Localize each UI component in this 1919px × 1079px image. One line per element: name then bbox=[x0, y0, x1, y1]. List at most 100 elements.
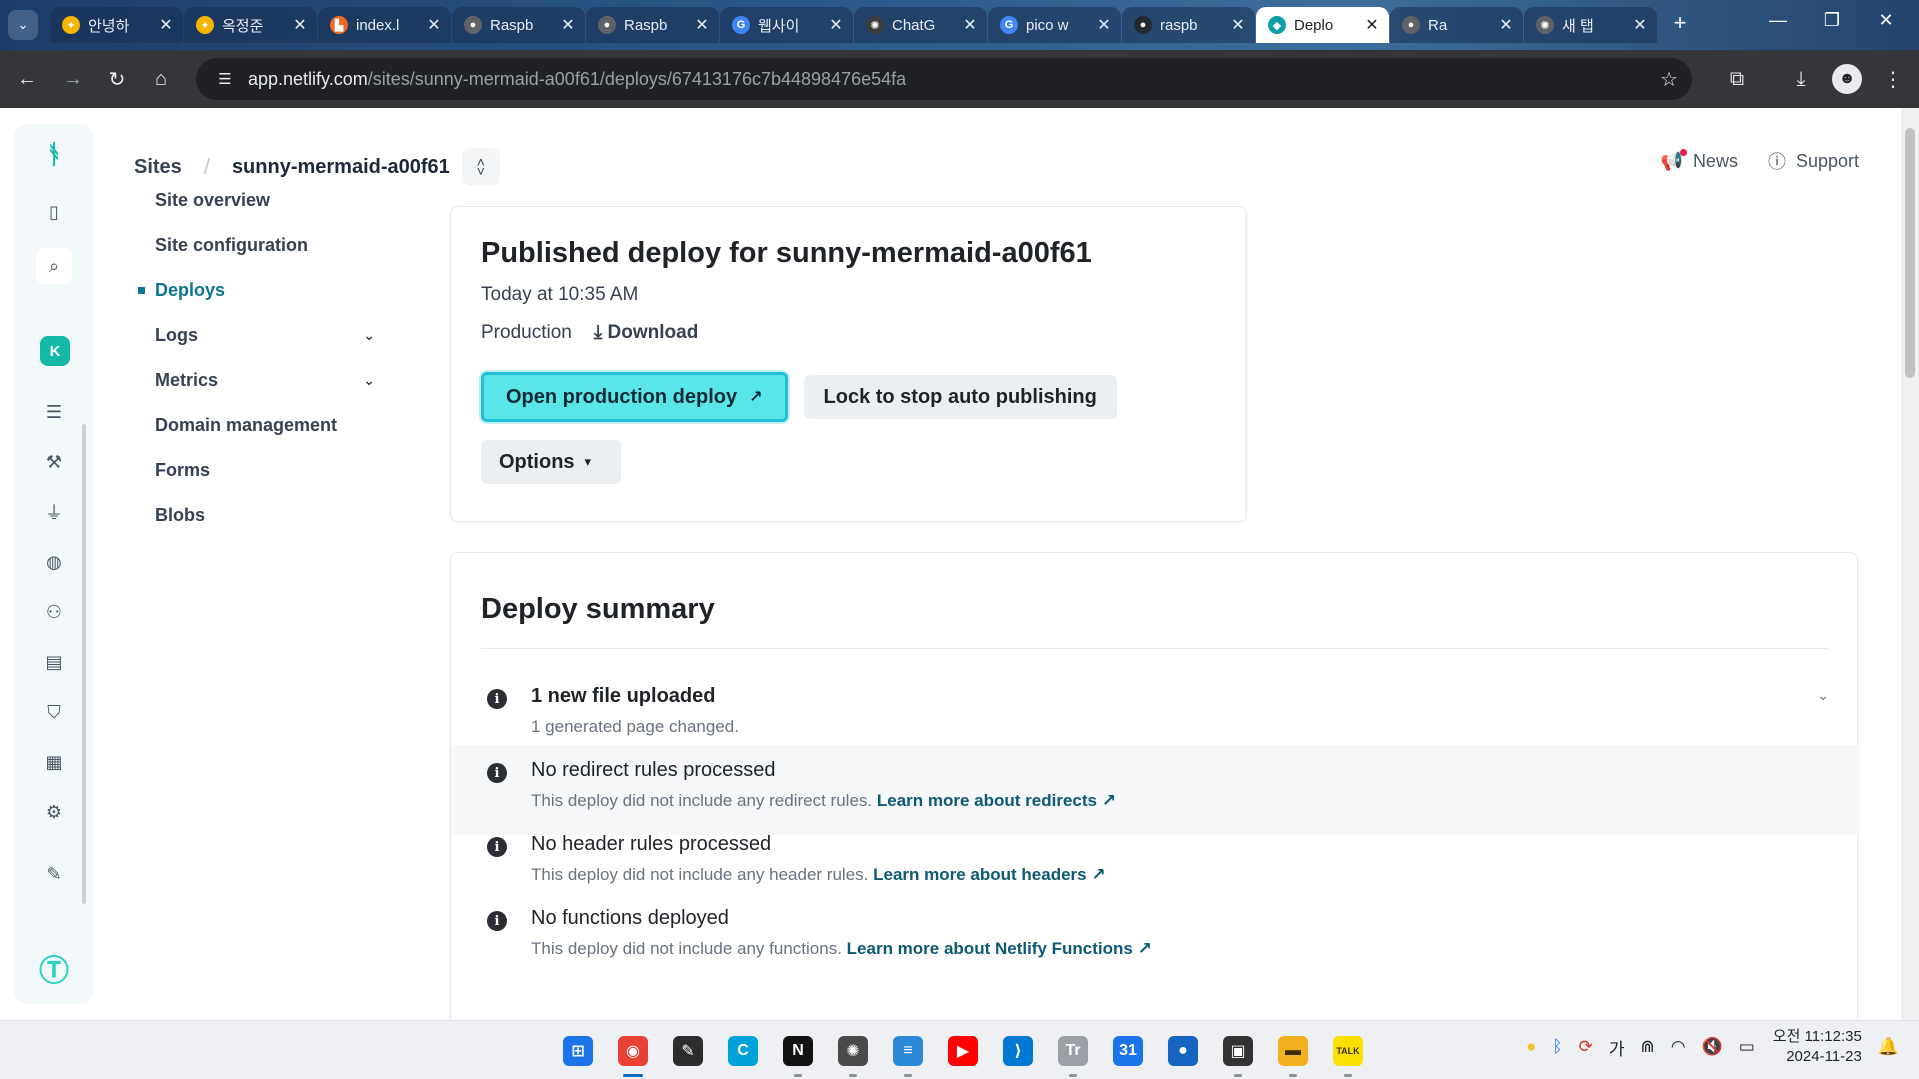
battery-icon[interactable]: ▭ bbox=[1739, 1037, 1755, 1057]
browser-tab[interactable]: ● Ra ✕ bbox=[1390, 7, 1523, 43]
volume-muted-icon[interactable]: 🔇 bbox=[1702, 1037, 1723, 1057]
support-link[interactable]: ⓘ Support bbox=[1768, 148, 1859, 174]
new-tab-button[interactable]: + bbox=[1664, 7, 1696, 39]
close-tab-icon[interactable]: ✕ bbox=[961, 15, 979, 35]
taskbar-chatgpt[interactable]: ✺ bbox=[831, 1029, 875, 1077]
browser-tab[interactable]: ✦ 안녕하 ✕ bbox=[50, 7, 183, 43]
options-dropdown-button[interactable]: Options ▾ bbox=[481, 440, 621, 484]
reload-button[interactable]: ↻ bbox=[102, 64, 132, 94]
subnav-logs[interactable]: Logs ⌄ bbox=[155, 313, 375, 358]
search-icon[interactable]: ⌕ bbox=[36, 248, 72, 284]
start-button[interactable]: ⊞ bbox=[556, 1029, 600, 1073]
home-button[interactable]: ⌂ bbox=[146, 64, 176, 94]
network-tray-icon[interactable]: ⋒ bbox=[1640, 1037, 1654, 1057]
extensions-button[interactable]: ⧉ bbox=[1722, 64, 1752, 94]
netlify-logo-icon[interactable]: ᚬ bbox=[36, 136, 72, 172]
chevron-down-icon[interactable]: ⌄ bbox=[363, 372, 375, 389]
close-tab-icon[interactable]: ✕ bbox=[425, 15, 443, 35]
plug-icon[interactable]: ⏚ bbox=[36, 494, 72, 530]
browser-tab[interactable]: ▙ index.l ✕ bbox=[318, 7, 451, 43]
close-tab-icon[interactable]: ✕ bbox=[559, 15, 577, 35]
close-tab-icon[interactable]: ✕ bbox=[1095, 15, 1113, 35]
scrollbar-thumb[interactable] bbox=[1905, 128, 1915, 378]
taskbar-app-12[interactable]: ● bbox=[1161, 1029, 1205, 1073]
close-tab-icon[interactable]: ✕ bbox=[693, 15, 711, 35]
learn-more-link[interactable]: Learn more about Netlify Functions ↗ bbox=[847, 939, 1152, 958]
taskbar-notion[interactable]: N bbox=[776, 1029, 820, 1077]
download-link[interactable]: ⤓ Download bbox=[594, 322, 698, 344]
taskbar-vscode[interactable]: ⟩ bbox=[996, 1029, 1040, 1073]
user-avatar-icon[interactable]: Ⓣ bbox=[36, 950, 72, 988]
taskbar-notepad[interactable]: ≡ bbox=[886, 1029, 930, 1077]
browser-tab[interactable]: Gpico w ✕ bbox=[988, 7, 1121, 43]
system-clock[interactable]: 오전 11:12:35 2024-11-23 bbox=[1773, 1027, 1862, 1067]
subnav-blobs[interactable]: Blobs bbox=[155, 493, 375, 538]
address-bar[interactable]: ☰ app.netlify.com/sites/sunny-mermaid-a0… bbox=[196, 58, 1692, 100]
browser-tab[interactable]: ✺ ChatG ✕ bbox=[854, 7, 987, 43]
notification-bell-icon[interactable]: 🔔 bbox=[1878, 1037, 1899, 1057]
subnav-deploys[interactable]: Deploys bbox=[138, 268, 375, 313]
taskbar-kakaotalk[interactable]: TALK bbox=[1326, 1029, 1370, 1077]
taskbar-explorer[interactable]: ▬ bbox=[1271, 1029, 1315, 1077]
docs-icon[interactable]: ▦ bbox=[36, 744, 72, 780]
taskbar-calendar[interactable]: 31 bbox=[1106, 1029, 1150, 1073]
url-text[interactable]: app.netlify.com/sites/sunny-mermaid-a00f… bbox=[248, 69, 906, 90]
rail-scrollbar[interactable] bbox=[82, 424, 86, 904]
taskbar-youtube[interactable]: ▶ bbox=[941, 1029, 985, 1073]
browser-tab[interactable]: ◆ Deplo ✕ bbox=[1256, 7, 1389, 43]
pencil-icon[interactable]: ✎ bbox=[36, 856, 72, 892]
breadcrumb-site-name[interactable]: sunny-mermaid-a00f61 bbox=[232, 156, 450, 179]
learn-more-link[interactable]: Learn more about redirects ↗ bbox=[877, 791, 1116, 810]
page-scrollbar[interactable] bbox=[1901, 108, 1919, 1020]
taskbar-app-10[interactable]: Tr bbox=[1051, 1029, 1095, 1077]
layers-icon[interactable]: ☰ bbox=[36, 394, 72, 430]
bluetooth-icon[interactable]: ᛒ bbox=[1552, 1037, 1562, 1057]
subnav-site-configuration[interactable]: Site configuration bbox=[155, 223, 375, 268]
restore-button[interactable]: ❐ bbox=[1812, 10, 1852, 31]
subnav-forms[interactable]: Forms bbox=[155, 448, 375, 493]
learn-more-link[interactable]: Learn more about headers ↗ bbox=[873, 865, 1105, 884]
billing-icon[interactable]: ▤ bbox=[36, 644, 72, 680]
browser-tab[interactable]: ✦ 옥정준 ✕ bbox=[184, 7, 317, 43]
site-info-icon[interactable]: ☰ bbox=[214, 68, 236, 90]
taskbar-chrome[interactable]: ◉ bbox=[611, 1029, 655, 1077]
close-tab-icon[interactable]: ✕ bbox=[1229, 15, 1247, 35]
chevron-down-icon[interactable]: ⌄ bbox=[1817, 687, 1829, 704]
browser-tab[interactable]: ● Raspb ✕ bbox=[586, 7, 719, 43]
globe-icon[interactable]: ◍ bbox=[36, 544, 72, 580]
chat-tray-icon[interactable]: ● bbox=[1526, 1037, 1536, 1057]
profile-avatar[interactable]: ☻ bbox=[1832, 64, 1862, 94]
news-link[interactable]: 📢 News bbox=[1661, 148, 1738, 172]
gear-icon[interactable]: ⚙ bbox=[36, 794, 72, 830]
browser-menu-button[interactable]: ⋮ bbox=[1878, 64, 1908, 94]
ime-icon[interactable]: 가 bbox=[1609, 1035, 1625, 1060]
open-production-deploy-button[interactable]: Open production deploy ↗ bbox=[481, 372, 788, 422]
lock-auto-publishing-button[interactable]: Lock to stop auto publishing bbox=[803, 375, 1117, 419]
breadcrumb-sites-link[interactable]: Sites bbox=[134, 156, 182, 179]
sidebar-toggle-icon[interactable]: ▯ bbox=[36, 194, 72, 230]
close-tab-icon[interactable]: ✕ bbox=[1497, 15, 1515, 35]
subnav-site-overview[interactable]: Site overview bbox=[155, 178, 375, 223]
downloads-button[interactable]: ⤓ bbox=[1786, 64, 1816, 94]
browser-tab[interactable]: ● Raspb ✕ bbox=[452, 7, 585, 43]
subnav-metrics[interactable]: Metrics ⌄ bbox=[155, 358, 375, 403]
close-tab-icon[interactable]: ✕ bbox=[1363, 15, 1381, 35]
close-tab-icon[interactable]: ✕ bbox=[827, 15, 845, 35]
browser-tab[interactable]: ● raspb ✕ bbox=[1122, 7, 1255, 43]
team-avatar[interactable]: K bbox=[40, 336, 70, 366]
close-window-button[interactable]: ✕ bbox=[1866, 10, 1906, 31]
browser-tab[interactable]: ✺ 새 탭 ✕ bbox=[1524, 7, 1657, 43]
taskbar-app-3[interactable]: ✎ bbox=[666, 1029, 710, 1073]
close-tab-icon[interactable]: ✕ bbox=[291, 15, 309, 35]
back-button[interactable]: ← bbox=[12, 64, 42, 94]
hammer-icon[interactable]: ⚒ bbox=[36, 444, 72, 480]
sync-icon[interactable]: ⟳ bbox=[1579, 1037, 1593, 1057]
users-icon[interactable]: ⚇ bbox=[36, 594, 72, 630]
minimize-button[interactable]: — bbox=[1758, 10, 1798, 31]
chevron-down-icon[interactable]: ⌄ bbox=[363, 327, 375, 344]
forward-button[interactable]: → bbox=[58, 64, 88, 94]
taskbar-app-4[interactable]: C bbox=[721, 1029, 765, 1073]
close-tab-icon[interactable]: ✕ bbox=[1631, 15, 1649, 35]
browser-tab[interactable]: G 웹사이 ✕ bbox=[720, 7, 853, 43]
subnav-domain-management[interactable]: Domain management bbox=[155, 403, 375, 448]
